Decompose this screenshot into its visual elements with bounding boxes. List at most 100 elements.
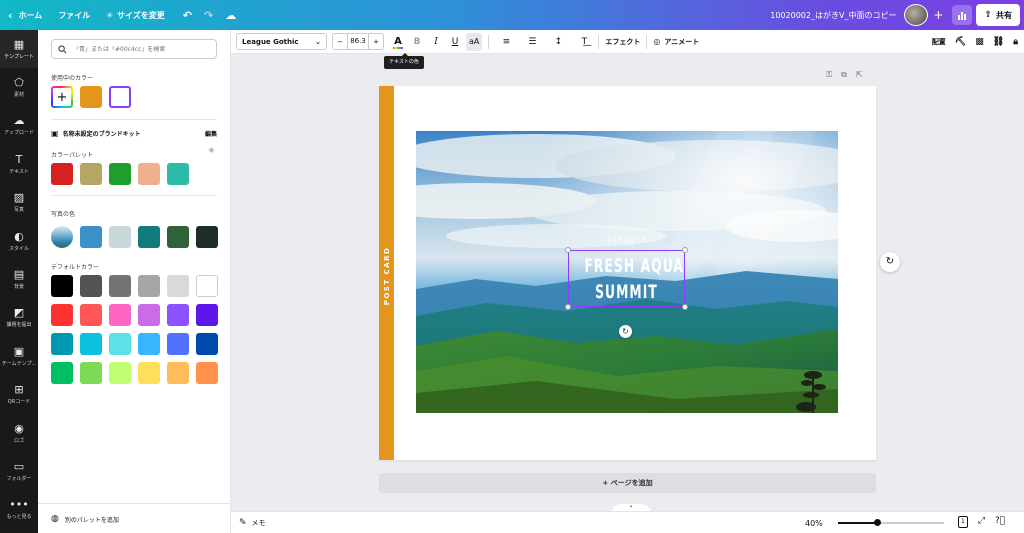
duplicate-page-icon[interactable]: ⧉ [841,70,847,80]
default-color-swatch[interactable] [80,362,102,384]
font-size-increase-button[interactable]: + [369,38,383,46]
lock-icon[interactable]: 🔒︎ [1013,37,1018,47]
avatar[interactable] [904,4,929,26]
animate-button[interactable]: ◎ アニメート [653,37,699,47]
mountain-photo[interactable]: gilby's FRESH AQUA SUMMIT ↻ [416,131,838,413]
add-page-button[interactable]: + ページを追加 [379,473,876,493]
invite-plus-button[interactable]: + [930,7,946,23]
default-color-swatch[interactable] [138,333,160,355]
add-color-button[interactable]: + [51,86,73,108]
default-color-swatch[interactable] [196,304,218,326]
color-search-box[interactable] [51,39,217,59]
default-color-swatch[interactable] [51,304,73,326]
photo-color-swatch[interactable] [167,226,189,248]
underline-button[interactable]: U [447,33,463,51]
design-page[interactable]: POST CARD gilby's FRESH AQUA SUMMIT ↻ [379,86,876,460]
rail-item-logo[interactable]: ◉ ロゴ [0,414,38,452]
insights-button[interactable] [952,5,973,25]
rail-item-folder[interactable]: ▭ フォルダー [0,452,38,490]
regenerate-button[interactable]: ↻ [880,252,900,272]
default-color-swatch[interactable] [138,362,160,384]
add-page-icon[interactable]: ⇱ [856,70,863,80]
paint-format-icon[interactable]: ⛏ [955,37,966,47]
resize-handle-bottom-right[interactable] [682,304,688,310]
rail-item-more[interactable]: ••• もっと見る [0,491,38,529]
document-title[interactable]: 10020002_はがきV_中面のコピー [770,10,896,21]
resize-handle-top-left[interactable] [565,247,571,253]
default-color-swatch[interactable] [51,275,73,297]
share-button[interactable]: ⇪ 共有 [976,4,1020,26]
rail-item-team-template[interactable]: ▣ チームテンプ... [0,337,38,375]
postcard-label[interactable]: POST CARD [383,246,391,306]
rail-item-upload[interactable]: ☁ アップロード [0,107,38,145]
link-icon[interactable]: ⛓ [993,37,1004,47]
color-search-input[interactable] [73,45,213,53]
default-color-swatch[interactable] [167,275,189,297]
add-palette-button[interactable]: ◍ 別のパレットを追加 [51,514,119,524]
zoom-slider-knob[interactable] [874,519,882,526]
font-size-decrease-button[interactable]: − [333,38,347,46]
default-color-swatch[interactable] [196,333,218,355]
resize-button[interactable]: ✳ サイズを変更 [98,0,172,30]
rail-item-background[interactable]: ▤ 背景 [0,260,38,298]
in-use-swatch-white[interactable] [109,86,131,108]
default-color-swatch[interactable] [109,275,131,297]
default-color-swatch[interactable] [196,275,218,297]
palette-swatch[interactable] [51,163,73,185]
rail-item-text[interactable]: T テキスト [0,145,38,183]
default-color-swatch[interactable] [167,304,189,326]
brand-text[interactable]: gilby's [606,235,648,244]
default-color-swatch[interactable] [80,304,102,326]
home-button[interactable]: ‹ ホーム [0,0,50,30]
letter-case-button[interactable]: aA [466,32,483,51]
default-color-swatch[interactable] [80,333,102,355]
photo-thumbnail[interactable] [51,226,73,248]
palette-swatch[interactable] [80,163,102,185]
default-color-swatch[interactable] [109,304,131,326]
brand-kit-edit-link[interactable]: 編集 [205,129,217,138]
palette-swatch[interactable] [138,163,160,185]
italic-button[interactable]: I [428,33,444,51]
bold-button[interactable]: B [409,33,425,51]
page-lock-icon[interactable]: ⚿ [826,70,832,80]
palette-swatch[interactable] [109,163,131,185]
cloud-save-button[interactable]: ☁ [219,0,242,30]
rail-item-style[interactable]: ◐ スタイル [0,222,38,260]
rail-item-qr-code[interactable]: ⊞ QRコード [0,376,38,414]
zoom-slider[interactable] [838,519,944,526]
file-menu-button[interactable]: ファイル [50,0,98,30]
default-color-swatch[interactable] [138,275,160,297]
position-button[interactable]: 配置 [932,37,946,47]
list-button[interactable]: ☰ [524,33,540,51]
default-color-swatch[interactable] [80,275,102,297]
align-center-button[interactable]: ≡ [498,33,514,51]
default-color-swatch[interactable] [138,304,160,326]
transparency-icon[interactable]: ▩ [975,37,984,47]
default-color-swatch[interactable] [109,333,131,355]
vertical-text-button[interactable]: T͟ [576,33,592,51]
rail-item-template[interactable]: ▦ テンプレート [0,30,38,69]
rail-item-photo[interactable]: ▨ 写真 [0,184,38,222]
resize-handle-top-right[interactable] [682,247,688,253]
default-color-swatch[interactable] [167,362,189,384]
effects-button[interactable]: エフェクト [605,37,640,47]
default-color-swatch[interactable] [109,362,131,384]
page-count-button[interactable]: 1 [958,516,968,528]
photo-color-swatch[interactable] [138,226,160,248]
font-family-dropdown[interactable]: League Gothic ⌄ [236,33,327,50]
rotate-handle[interactable]: ↻ [619,325,632,338]
redo-button[interactable]: ↷ [198,0,219,30]
default-color-swatch[interactable] [196,362,218,384]
help-icon[interactable]: ?⃝ [995,516,1005,528]
palette-swatch[interactable] [167,163,189,185]
text-color-button[interactable]: A [390,33,406,51]
zoom-level[interactable]: 40% [805,519,823,528]
photo-color-swatch[interactable] [80,226,102,248]
fullscreen-icon[interactable]: ⤢ [978,516,985,528]
default-color-swatch[interactable] [51,333,73,355]
spacing-button[interactable]: ↕ [550,33,566,51]
default-color-swatch[interactable] [51,362,73,384]
font-size-input[interactable]: 86.3 [347,34,369,49]
undo-button[interactable]: ↶ [177,0,198,30]
default-color-swatch[interactable] [167,333,189,355]
